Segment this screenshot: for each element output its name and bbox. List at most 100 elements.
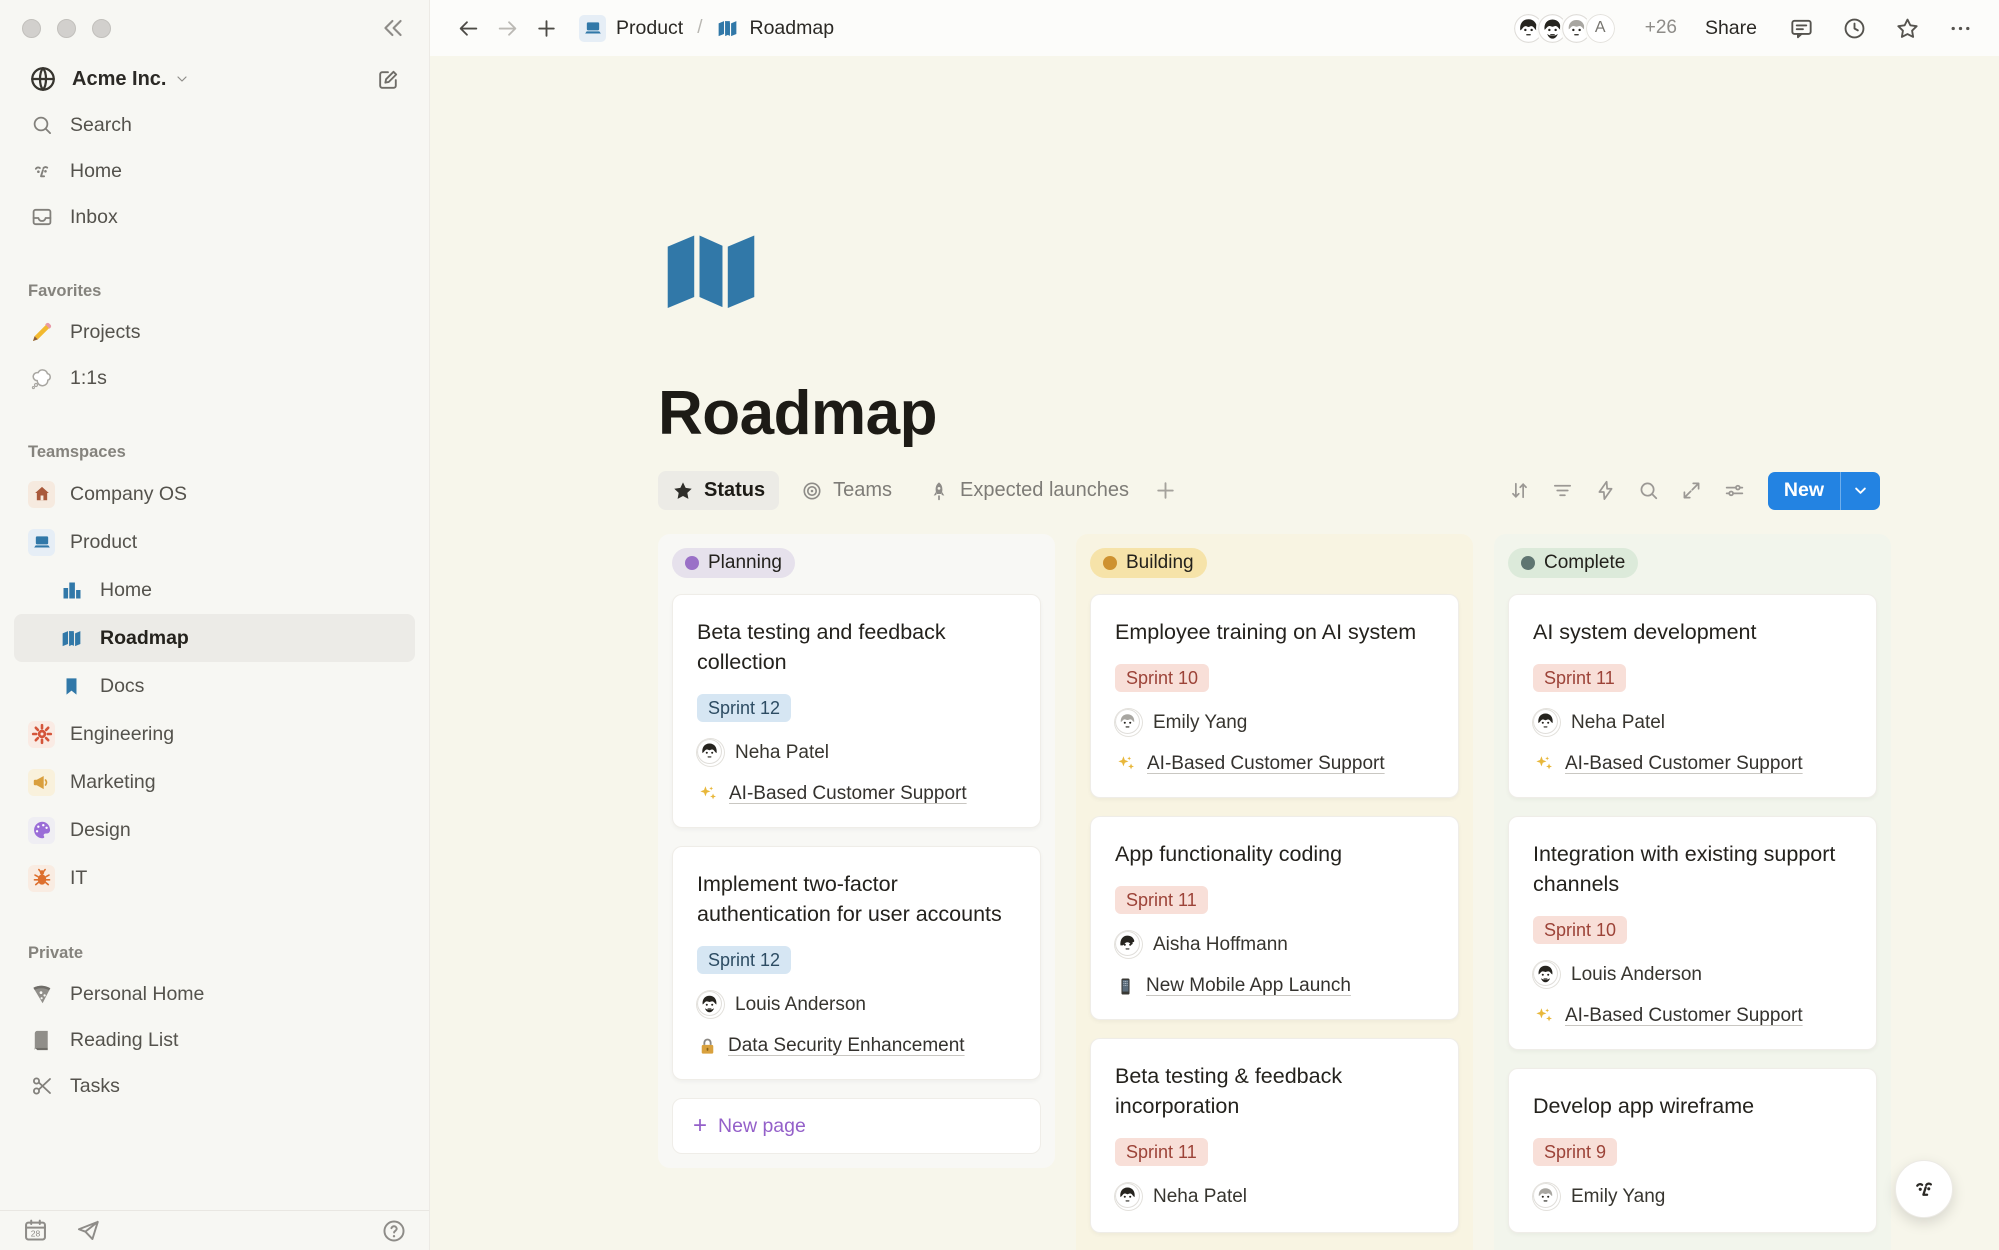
sidebar-item-projects[interactable]: Projects [14, 309, 415, 355]
sprint-badge: Sprint 12 [697, 694, 791, 722]
close-window-button[interactable] [22, 19, 41, 38]
compose-icon[interactable] [376, 67, 401, 92]
sort-icon[interactable] [1502, 473, 1537, 508]
view-tab-teams[interactable]: Teams [787, 471, 906, 510]
card-list: Employee training on AI system Sprint 10… [1090, 594, 1459, 1233]
more-options-icon[interactable] [1944, 12, 1977, 45]
page-map-icon[interactable] [658, 224, 764, 316]
share-button[interactable]: Share [1697, 12, 1765, 45]
window-chrome [0, 0, 429, 56]
column-status-label: Planning [708, 552, 782, 574]
section-label-favorites[interactable]: Favorites [14, 282, 415, 301]
linked-project[interactable]: AI-Based Customer Support [1115, 753, 1434, 775]
linked-project[interactable]: AI-Based Customer Support [1533, 1005, 1852, 1027]
board-card[interactable]: Develop app wireframe Sprint 9 Emily Yan… [1508, 1068, 1877, 1233]
card-assignee: Neha Patel [1533, 709, 1852, 736]
new-button-label[interactable]: New [1768, 472, 1840, 510]
column-status-pill[interactable]: Complete [1508, 548, 1638, 578]
sliders-icon[interactable] [1717, 473, 1752, 508]
status-dot [1521, 556, 1535, 570]
linked-project-label: AI-Based Customer Support [729, 783, 967, 805]
sidebar-item-1-1s[interactable]: 1:1s [14, 355, 415, 401]
sidebar-item-docs[interactable]: Docs [14, 662, 415, 710]
sidebar-item-personal-home[interactable]: Personal Home [14, 971, 415, 1017]
new-tab-plus-icon[interactable] [530, 12, 563, 45]
history-clock-icon[interactable] [1838, 12, 1871, 45]
calendar-icon[interactable]: 28 [22, 1217, 49, 1244]
city-icon [58, 578, 85, 602]
notion-ai-button[interactable] [1895, 1160, 1953, 1218]
linked-project-label: Data Security Enhancement [728, 1035, 965, 1057]
workspace-switcher[interactable]: Acme Inc. [14, 56, 415, 102]
forward-arrow-icon[interactable] [491, 12, 524, 45]
breadcrumb-item-roadmap[interactable]: Roadmap [706, 13, 844, 44]
sidebar-item-roadmap[interactable]: Roadmap [14, 614, 415, 662]
favorite-star-icon[interactable] [1891, 12, 1924, 45]
board-card[interactable]: Employee training on AI system Sprint 10… [1090, 594, 1459, 798]
sidebar-item-tasks[interactable]: Tasks [14, 1063, 415, 1109]
linked-project[interactable]: AI-Based Customer Support [1533, 753, 1852, 775]
sidebar-item-label: Tasks [70, 1075, 120, 1098]
add-view-plus-icon[interactable] [1143, 472, 1188, 509]
card-title: AI system development [1533, 617, 1852, 647]
new-button[interactable]: New [1768, 472, 1880, 510]
avatar-stack[interactable]: A [1512, 12, 1617, 45]
minimize-window-button[interactable] [57, 19, 76, 38]
column-status-pill[interactable]: Planning [672, 548, 795, 578]
board-card[interactable]: Implement two-factor authentication for … [672, 846, 1041, 1080]
zoom-window-button[interactable] [92, 19, 111, 38]
sidebar-item-product[interactable]: Product [14, 518, 415, 566]
sidebar-item-search[interactable]: Search [14, 102, 415, 148]
sidebar-item-home[interactable]: Home [14, 148, 415, 194]
breadcrumb-item-product[interactable]: Product [569, 11, 693, 46]
board-card[interactable]: Integration with existing support channe… [1508, 816, 1877, 1050]
window-controls[interactable] [22, 19, 111, 38]
new-button-chevron-icon[interactable] [1840, 472, 1880, 510]
pencil-icon [28, 320, 55, 344]
back-arrow-icon[interactable] [452, 12, 485, 45]
page-content: Roadmap StatusTeamsExpected launches New… [430, 56, 1999, 1250]
sidebar-item-reading-list[interactable]: Reading List [14, 1017, 415, 1063]
expand-icon[interactable] [1674, 473, 1709, 508]
paper-plane-icon[interactable] [75, 1218, 101, 1244]
view-tab-status[interactable]: Status [658, 471, 779, 510]
sparkles-icon [697, 783, 719, 805]
user-avatar-letter[interactable]: A [1584, 12, 1617, 45]
sidebar-item-label: Personal Home [70, 983, 204, 1006]
star-filled-icon [672, 480, 694, 502]
sidebar-item-inbox[interactable]: Inbox [14, 194, 415, 240]
board-card[interactable]: Beta testing and feedback collection Spr… [672, 594, 1041, 828]
lightning-icon[interactable] [1588, 473, 1623, 508]
sidebar-item-label: Reading List [70, 1029, 178, 1052]
sidebar-item-engineering[interactable]: Engineering [14, 710, 415, 758]
sidebar-item-it[interactable]: IT [14, 854, 415, 902]
search-sm-icon[interactable] [1631, 473, 1666, 508]
new-page-button[interactable]: +New page [672, 1098, 1041, 1154]
card-assignee: Emily Yang [1115, 709, 1434, 736]
breadcrumb-separator: / [697, 17, 702, 39]
sidebar-item-label: Docs [100, 675, 144, 698]
sidebar-item-marketing[interactable]: Marketing [14, 758, 415, 806]
filter-icon[interactable] [1545, 473, 1580, 508]
section-label-private[interactable]: Private [14, 944, 415, 963]
section-label-teamspaces[interactable]: Teamspaces [14, 443, 415, 462]
board-card[interactable]: AI system development Sprint 11 Neha Pat… [1508, 594, 1877, 798]
help-icon[interactable] [381, 1218, 407, 1244]
sparkles-icon [1533, 753, 1555, 775]
topbar-right: A +26 Share [1512, 12, 1977, 45]
linked-project[interactable]: New Mobile App Launch [1115, 975, 1434, 997]
scissors-icon [28, 1074, 55, 1098]
sprint-badge: Sprint 10 [1115, 664, 1209, 692]
column-status-pill[interactable]: Building [1090, 548, 1207, 578]
sidebar-item-design[interactable]: Design [14, 806, 415, 854]
board-card[interactable]: App functionality coding Sprint 11 Aisha… [1090, 816, 1459, 1020]
linked-project[interactable]: Data Security Enhancement [697, 1035, 1016, 1057]
sidebar-top-nav: SearchHomeInbox [14, 102, 415, 240]
sidebar-collapse-icon[interactable] [379, 14, 407, 42]
view-tab-expected-launches[interactable]: Expected launches [914, 471, 1143, 510]
sidebar-item-company-os[interactable]: Company OS [14, 470, 415, 518]
board-card[interactable]: Beta testing & feedback incorporation Sp… [1090, 1038, 1459, 1233]
comments-icon[interactable] [1785, 12, 1818, 45]
linked-project[interactable]: AI-Based Customer Support [697, 783, 1016, 805]
sidebar-item-home[interactable]: Home [14, 566, 415, 614]
